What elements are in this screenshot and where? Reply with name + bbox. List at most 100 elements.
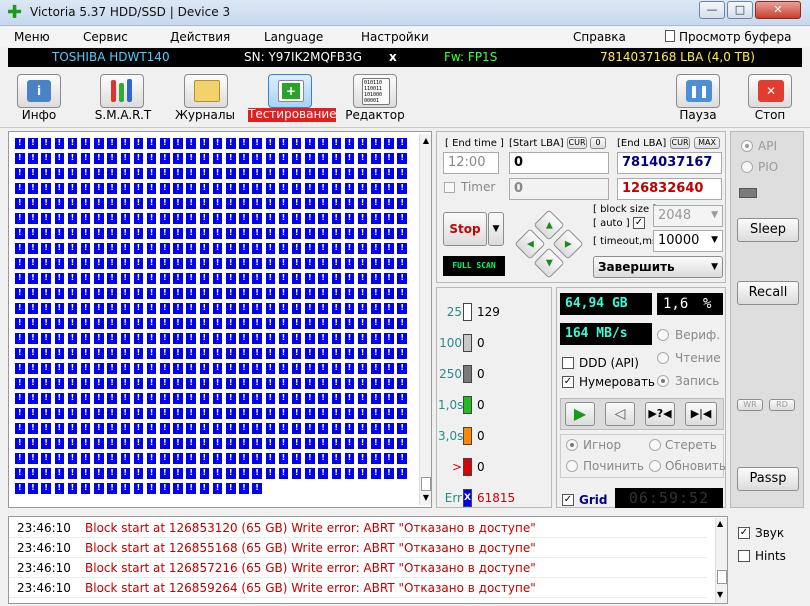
sector-block[interactable]: ! (172, 272, 184, 285)
sector-block[interactable]: ! (277, 422, 290, 435)
sector-block[interactable]: ! (40, 452, 52, 465)
sector-block[interactable]: ! (225, 272, 237, 285)
scroll-down-arrow-icon[interactable]: ▼ (421, 493, 431, 503)
sector-block[interactable]: ! (356, 332, 369, 345)
sector-block[interactable]: ! (370, 377, 382, 390)
sector-block[interactable]: ! (119, 257, 131, 270)
sector-block[interactable]: ! (238, 197, 250, 210)
sector-block[interactable]: ! (330, 257, 342, 270)
sector-block[interactable]: ! (211, 287, 224, 300)
sector-block[interactable]: ! (330, 197, 342, 210)
sector-block[interactable]: ! (66, 392, 79, 405)
scroll-up-arrow-icon[interactable]: ▲ (421, 136, 431, 146)
end-cur-button[interactable]: CUR (670, 137, 690, 149)
log-scroll-down-icon[interactable]: ▼ (717, 590, 723, 599)
end-time-input[interactable]: 12:00 (443, 152, 499, 174)
sector-block[interactable]: ! (106, 347, 118, 360)
sector-block[interactable]: ! (198, 137, 211, 150)
sector-block[interactable]: ! (106, 197, 118, 210)
sector-block[interactable]: ! (251, 347, 263, 360)
sector-block[interactable]: ! (277, 257, 290, 270)
sector-block[interactable]: ! (93, 137, 105, 150)
sector-block[interactable]: ! (159, 227, 171, 240)
sleep-button[interactable]: Sleep (737, 218, 799, 242)
sector-block[interactable]: ! (290, 167, 303, 180)
sector-block[interactable]: ! (79, 257, 92, 270)
sector-block[interactable]: ! (383, 392, 395, 405)
sector-block[interactable]: ! (119, 347, 131, 360)
sector-block[interactable]: ! (185, 212, 197, 225)
sector-block[interactable]: ! (211, 407, 224, 420)
sector-block[interactable]: ! (159, 272, 171, 285)
sector-block[interactable]: ! (172, 347, 184, 360)
sector-block[interactable]: ! (238, 182, 250, 195)
sector-block[interactable]: ! (159, 407, 171, 420)
sector-block[interactable]: ! (93, 167, 105, 180)
sector-block[interactable]: ! (330, 332, 342, 345)
sector-block[interactable]: ! (198, 467, 211, 480)
ignore-radio[interactable] (566, 439, 578, 451)
sector-block[interactable]: ! (264, 272, 277, 285)
sector-block[interactable]: ! (238, 407, 250, 420)
sector-block[interactable]: ! (145, 257, 158, 270)
sector-block[interactable]: ! (172, 302, 184, 315)
sector-block[interactable]: ! (277, 317, 290, 330)
sector-block[interactable]: ! (225, 377, 237, 390)
sector-block[interactable]: ! (185, 257, 197, 270)
sector-block[interactable]: ! (132, 227, 145, 240)
sector-block[interactable]: ! (251, 197, 263, 210)
read-radio[interactable] (657, 352, 669, 364)
sector-block[interactable]: ! (290, 392, 303, 405)
sector-block[interactable]: ! (172, 452, 184, 465)
sector-block[interactable]: ! (40, 347, 52, 360)
start-lba-input[interactable]: 0 (509, 152, 609, 174)
erase-radio[interactable] (649, 439, 661, 451)
sector-block[interactable]: ! (264, 437, 277, 450)
sector-block[interactable]: ! (79, 347, 92, 360)
sector-block[interactable]: ! (172, 152, 184, 165)
sector-block[interactable]: ! (185, 317, 197, 330)
sector-block[interactable]: ! (264, 302, 277, 315)
sector-block[interactable]: ! (225, 302, 237, 315)
sector-block[interactable]: ! (238, 332, 250, 345)
sector-block[interactable]: ! (251, 242, 263, 255)
sector-block[interactable]: ! (14, 272, 26, 285)
sector-block[interactable]: ! (225, 362, 237, 375)
sector-block[interactable]: ! (238, 437, 250, 450)
sector-block[interactable]: ! (238, 347, 250, 360)
sector-block[interactable]: ! (264, 362, 277, 375)
sector-block[interactable]: ! (172, 167, 184, 180)
sector-block[interactable]: ! (145, 272, 158, 285)
sector-block[interactable]: ! (290, 332, 303, 345)
sector-block[interactable]: ! (264, 422, 277, 435)
sector-block[interactable]: ! (93, 272, 105, 285)
sector-block[interactable]: ! (370, 467, 382, 480)
sector-block[interactable]: ! (383, 182, 395, 195)
sector-block[interactable]: ! (264, 167, 277, 180)
sector-block[interactable]: ! (304, 167, 316, 180)
sector-block[interactable]: ! (251, 287, 263, 300)
sector-block[interactable]: ! (40, 437, 52, 450)
sector-block[interactable]: ! (159, 422, 171, 435)
stop-test-button[interactable]: Stop (443, 212, 487, 246)
sector-block[interactable]: ! (14, 182, 26, 195)
sector-block[interactable]: ! (238, 257, 250, 270)
sector-block[interactable]: ! (370, 392, 382, 405)
sector-block[interactable]: ! (251, 272, 263, 285)
sector-block[interactable]: ! (225, 152, 237, 165)
sector-block[interactable]: ! (317, 167, 329, 180)
sector-block[interactable]: ! (251, 422, 263, 435)
sector-block[interactable]: ! (238, 137, 250, 150)
sector-block[interactable]: ! (145, 212, 158, 225)
sector-block[interactable]: ! (145, 362, 158, 375)
sector-block[interactable]: ! (356, 197, 369, 210)
sector-block[interactable]: ! (172, 332, 184, 345)
sector-block[interactable]: ! (211, 242, 224, 255)
sector-block[interactable]: ! (317, 377, 329, 390)
sector-block[interactable]: ! (185, 347, 197, 360)
sector-block[interactable]: ! (343, 137, 356, 150)
sector-block[interactable]: ! (119, 167, 131, 180)
sector-block[interactable]: ! (66, 467, 79, 480)
sector-block[interactable]: ! (53, 272, 66, 285)
sector-block[interactable]: ! (119, 362, 131, 375)
